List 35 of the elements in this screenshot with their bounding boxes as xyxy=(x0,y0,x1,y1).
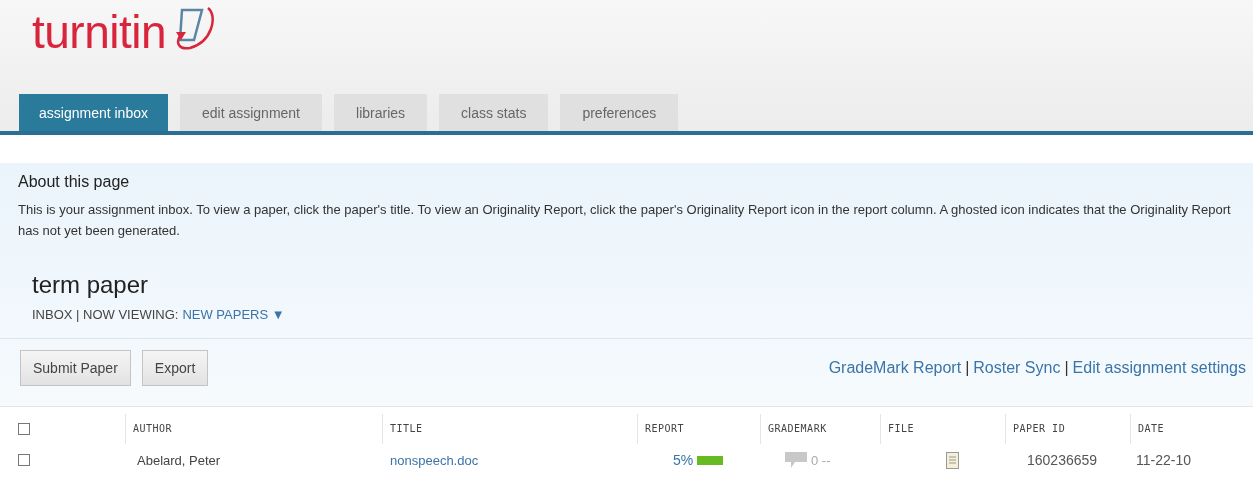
nav-tab[interactable]: preferences xyxy=(560,94,679,131)
logo-wordmark: turnitin xyxy=(32,10,167,54)
nav-tab[interactable]: class stats xyxy=(439,94,549,131)
nav-tab[interactable]: assignment inbox xyxy=(19,94,168,131)
column-header[interactable]: GRADEMARK xyxy=(760,413,880,444)
inbox-label: INBOX | NOW VIEWING: xyxy=(32,307,179,322)
column-header[interactable]: AUTHOR xyxy=(125,413,382,444)
document-icon[interactable] xyxy=(946,451,959,469)
column-header[interactable]: FILE xyxy=(880,413,1005,444)
paper-id-cell-text: 160236659 xyxy=(1026,452,1099,468)
column-header[interactable]: TITLE xyxy=(382,413,637,444)
grademark-score: 0 -- xyxy=(811,452,831,468)
column-header[interactable]: DATE xyxy=(1130,413,1253,444)
column-header[interactable]: PAPER ID xyxy=(1005,413,1130,444)
toolbar-link[interactable]: GradeMark Report xyxy=(828,359,962,377)
author-cell-text: Abelard, Peter xyxy=(136,452,222,468)
similarity-percent[interactable]: 5% xyxy=(673,452,694,468)
about-heading: About this page xyxy=(18,173,131,191)
paper-title-link[interactable]: nonspeech.doc xyxy=(382,452,479,468)
view-dropdown[interactable]: NEW PAPERS ▼ xyxy=(182,307,285,322)
row-checkbox[interactable] xyxy=(18,454,30,466)
column-header[interactable]: REPORT xyxy=(637,413,760,444)
assignment-title: term paper xyxy=(32,271,150,299)
date-cell-text: 11-22-10 xyxy=(1135,452,1192,468)
nav-tab[interactable]: libraries xyxy=(334,94,428,131)
toolbar-button[interactable]: Submit Paper xyxy=(20,350,131,386)
toolbar-button[interactable]: Export xyxy=(141,350,209,386)
nav-tab[interactable]: edit assignment xyxy=(179,94,322,131)
select-all-checkbox[interactable] xyxy=(18,422,30,435)
about-text: This is your assignment inbox. To view a paper, click the paper's title. To view an Originality Report, click the paper's Originality Report icon in the report column. A ghosted icon indicates that the Originality Report has not yet been generated. xyxy=(18,201,1232,240)
similarity-bar xyxy=(697,455,724,465)
toolbar-link[interactable]: Roster Sync xyxy=(973,359,1061,377)
link-separator: | xyxy=(965,359,970,377)
link-separator: | xyxy=(1064,359,1069,377)
toolbar-link[interactable]: Edit assignment settings xyxy=(1072,359,1246,377)
